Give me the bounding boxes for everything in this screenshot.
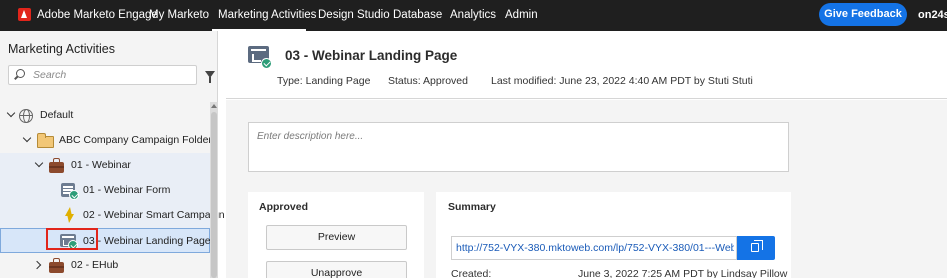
asset-title: 03 - Webinar Landing Page [285, 48, 458, 63]
asset-last-modified: Last modified: June 23, 2022 4:40 AM PDT… [491, 75, 753, 87]
copy-url-button[interactable] [737, 236, 775, 260]
nav-my-marketo[interactable]: My Marketo [149, 0, 209, 31]
tree-scrollbar[interactable] [210, 102, 218, 278]
give-feedback-button[interactable]: Give Feedback [819, 3, 907, 26]
approved-card-title: Approved [259, 201, 309, 213]
brand-name[interactable]: Adobe Marketo Engage [37, 0, 158, 31]
scroll-thumb[interactable] [211, 112, 217, 278]
approved-check-icon [261, 58, 272, 69]
nav-design-studio[interactable]: Design Studio [318, 0, 390, 31]
tree-item-label: 01 - Webinar Form [83, 184, 171, 196]
search-icon [16, 69, 25, 78]
landing-page-url-link[interactable]: http://752-VYX-380.mktoweb.com/lp/752-VY… [456, 237, 734, 259]
unapprove-button[interactable]: Unapprove [266, 261, 407, 278]
tree-item-label: 03 - Webinar Landing Page [83, 235, 211, 247]
tree-item-01-webinar-form[interactable]: 01 - Webinar Form [0, 178, 210, 203]
nav-database[interactable]: Database [393, 0, 442, 31]
description-field[interactable]: Enter description here... [248, 122, 789, 172]
landing-page-url-field[interactable]: http://752-VYX-380.mktoweb.com/lp/752-VY… [451, 236, 737, 260]
preview-button[interactable]: Preview [266, 225, 407, 250]
top-nav-bar: Adobe Marketo Engage My Marketo Marketin… [0, 0, 947, 31]
nav-analytics[interactable]: Analytics [450, 0, 496, 31]
chevron-down-icon[interactable] [22, 133, 32, 143]
tree-item-02-ehub[interactable]: 02 - EHub [0, 253, 210, 278]
adobe-logo-icon[interactable] [18, 8, 31, 21]
program-icon [49, 158, 64, 173]
tree-item-label: Default [40, 109, 74, 121]
user-menu[interactable]: on24sa [918, 0, 947, 31]
copy-icon [751, 240, 763, 252]
scroll-up-icon[interactable] [211, 104, 217, 108]
tree-item-default[interactable]: Default [0, 103, 210, 128]
tree-item-02-webinar-smart-campaign[interactable]: 02 - Webinar Smart Campaign [0, 203, 225, 228]
nav-marketing-activities[interactable]: Marketing Activities [218, 0, 316, 31]
highlight-box [46, 228, 98, 250]
program-icon [49, 258, 64, 273]
filter-icon[interactable] [205, 71, 215, 83]
created-value: June 3, 2022 7:25 AM PDT by Lindsay Pill… [578, 268, 788, 278]
chevron-right-icon[interactable] [32, 260, 42, 270]
globe-icon [19, 109, 33, 123]
nav-admin[interactable]: Admin [505, 0, 538, 31]
smart-campaign-icon [63, 207, 75, 223]
asset-type: Type: Landing Page [277, 75, 371, 87]
chevron-down-icon[interactable] [6, 108, 16, 118]
asset-header: 03 - Webinar Landing Page Type: Landing … [226, 31, 947, 99]
tree-item-label: ABC Company Campaign Folder [59, 134, 212, 146]
panel-title: Marketing Activities [8, 42, 115, 56]
tree-item-abc-company-campaign-folder[interactable]: ABC Company Campaign Folder [0, 128, 212, 153]
asset-status: Status: Approved [388, 75, 468, 87]
chevron-down-icon[interactable] [34, 158, 44, 168]
tree-item-label: 01 - Webinar [71, 159, 131, 171]
summary-card-title: Summary [448, 201, 496, 213]
tree-search-input[interactable]: Search [8, 65, 197, 85]
tree-item-label: 02 - EHub [71, 259, 119, 271]
tree-item-01-webinar[interactable]: 01 - Webinar [0, 153, 210, 178]
search-placeholder: Search [33, 69, 67, 81]
tree-item-03-webinar-landing-page[interactable]: 03 - Webinar Landing Page [0, 228, 211, 253]
tree-item-label: 02 - Webinar Smart Campaign [83, 209, 225, 221]
created-label: Created: [451, 268, 492, 278]
description-placeholder: Enter description here... [257, 131, 364, 142]
folder-icon [37, 133, 54, 148]
approved-check-icon [69, 190, 79, 200]
